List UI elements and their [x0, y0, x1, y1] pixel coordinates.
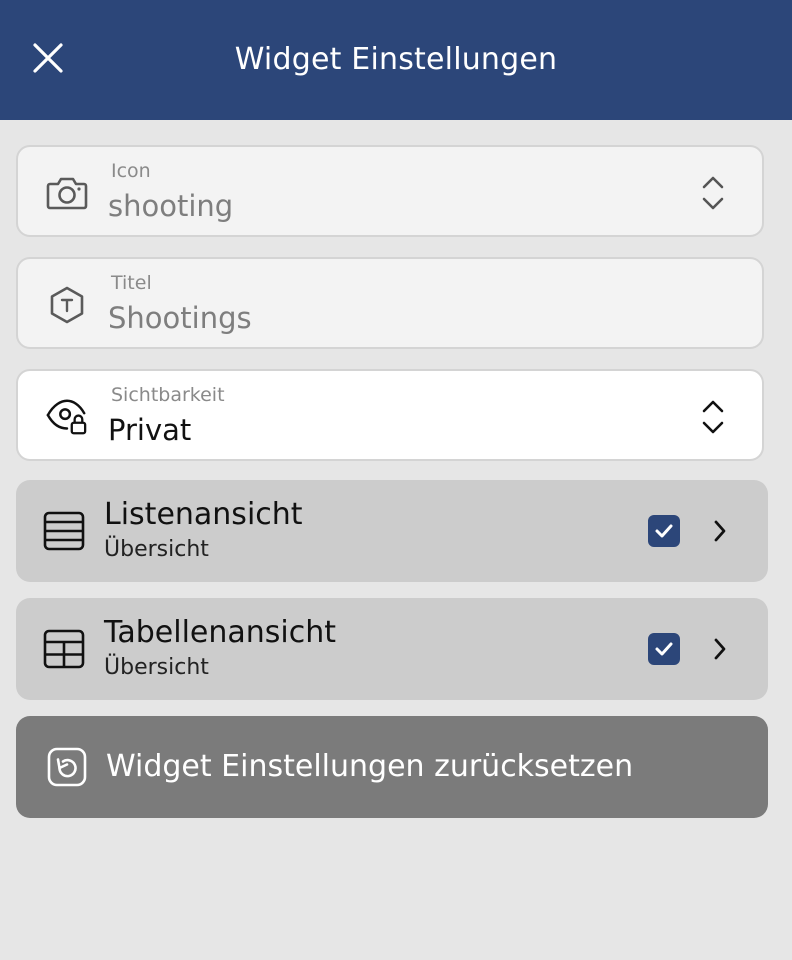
icon-field-value: shooting	[108, 189, 234, 223]
table-view-icon	[40, 626, 88, 672]
visibility-field-label: Sichtbarkeit	[111, 384, 225, 406]
title-hexagon-icon	[46, 284, 88, 326]
list-view-checkbox[interactable]	[648, 515, 680, 547]
visibility-select-field[interactable]: Sichtbarkeit Privat	[16, 369, 764, 461]
app-header: Widget Einstellungen	[0, 0, 792, 120]
table-view-checkbox[interactable]	[648, 633, 680, 665]
list-view-subtitle: Übersicht	[104, 537, 209, 562]
up-down-chevron-icon[interactable]	[698, 173, 728, 213]
reset-settings-button[interactable]: Widget Einstellungen zurücksetzen	[16, 716, 768, 818]
title-field-label: Titel	[111, 272, 152, 294]
list-view-icon	[40, 508, 88, 554]
icon-select-field[interactable]: Icon shooting	[16, 145, 764, 237]
checkmark-icon	[655, 524, 673, 538]
reset-icon	[46, 746, 88, 788]
eye-lock-icon	[46, 396, 88, 438]
up-down-chevron-icon[interactable]	[698, 397, 728, 437]
icon-field-label: Icon	[111, 160, 151, 182]
title-input-field[interactable]: Titel Shootings	[16, 257, 764, 349]
reset-button-label: Widget Einstellungen zurücksetzen	[106, 749, 634, 784]
chevron-right-icon[interactable]	[706, 515, 734, 547]
table-view-title: Tabellenansicht	[104, 615, 337, 650]
checkmark-icon	[655, 642, 673, 656]
table-view-subtitle: Übersicht	[104, 655, 209, 680]
visibility-field-value: Privat	[108, 413, 192, 447]
camera-icon	[46, 172, 88, 214]
page-title: Widget Einstellungen	[234, 42, 558, 77]
chevron-right-icon[interactable]	[706, 633, 734, 665]
title-field-value: Shootings	[108, 301, 252, 335]
list-view-title: Listenansicht	[104, 497, 303, 532]
list-view-row[interactable]: Listenansicht Übersicht	[16, 480, 768, 582]
table-view-row[interactable]: Tabellenansicht Übersicht	[16, 598, 768, 700]
